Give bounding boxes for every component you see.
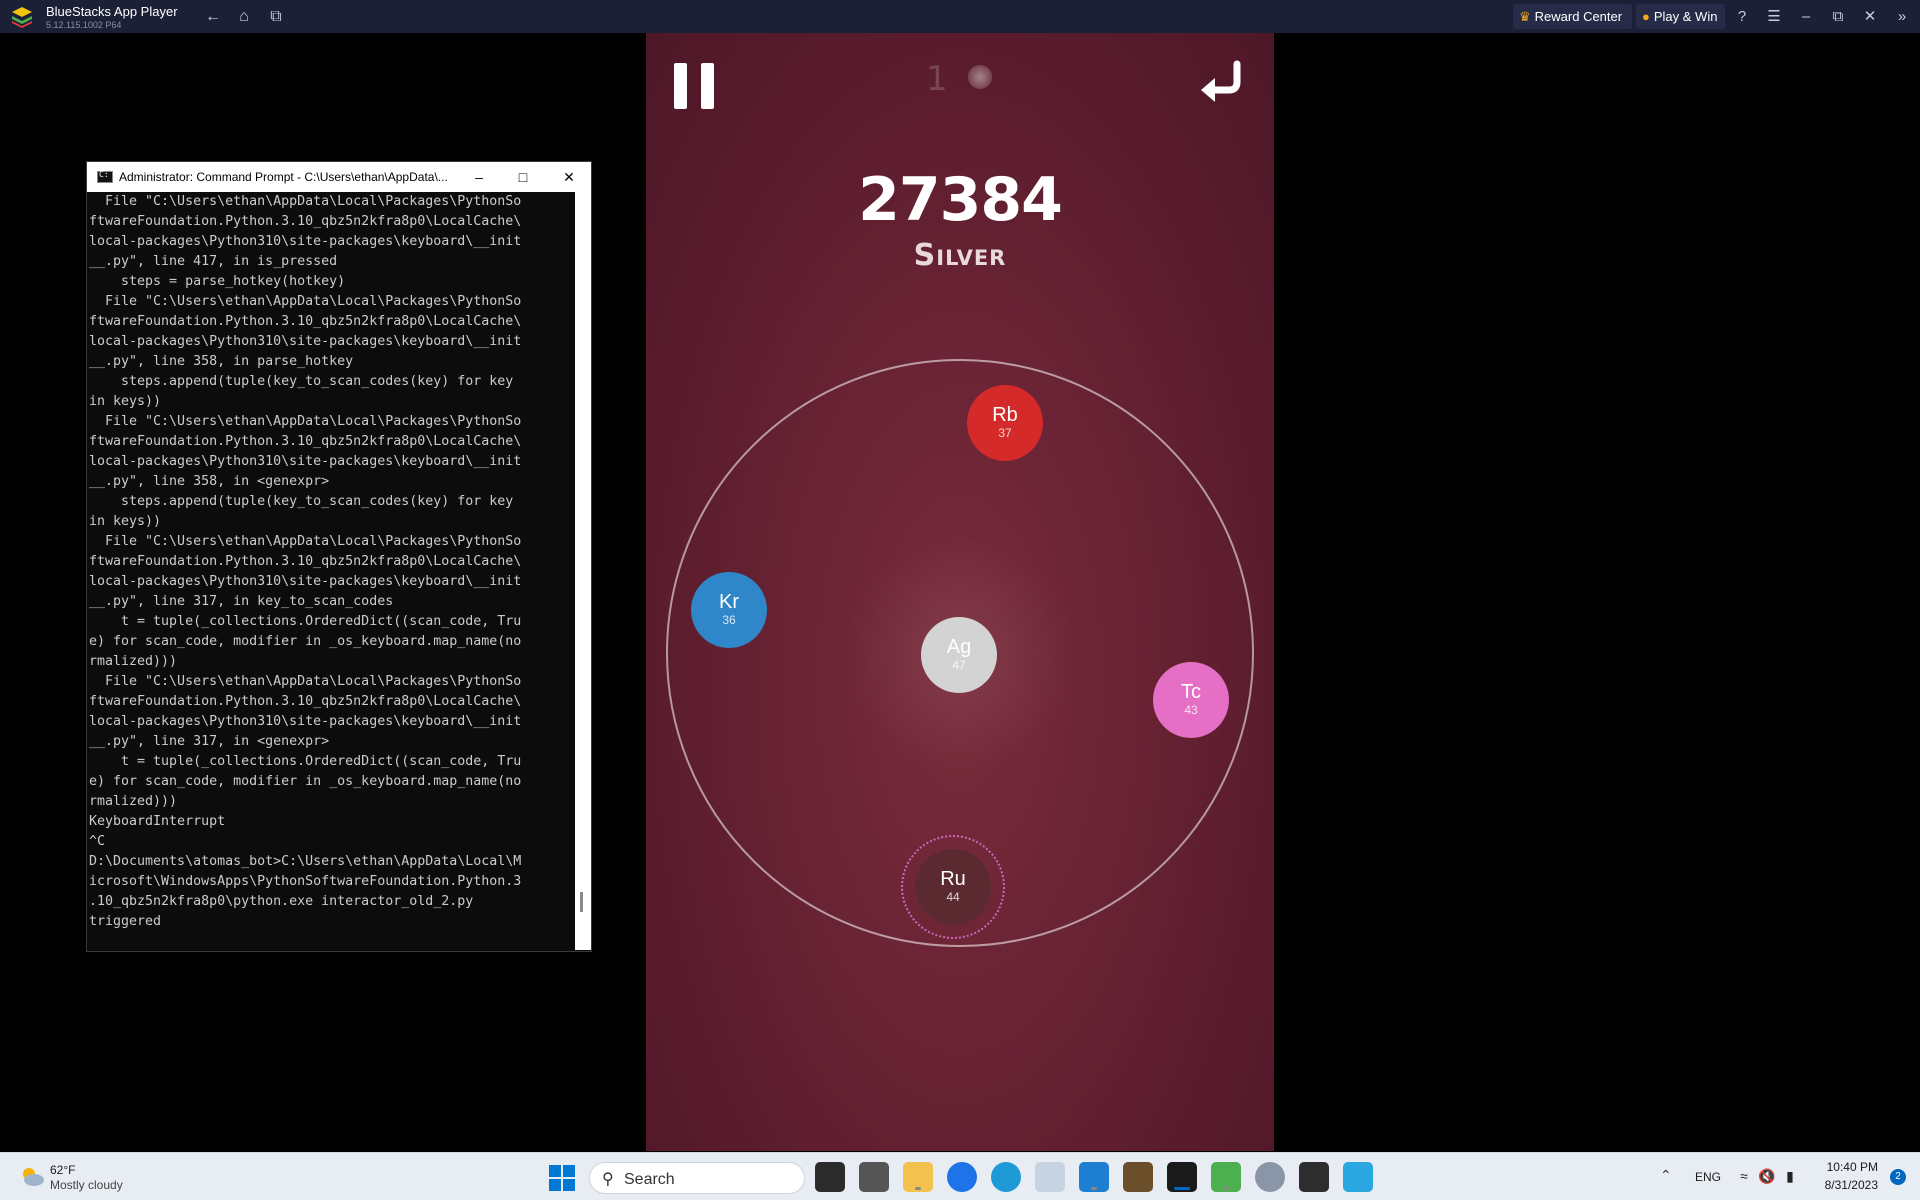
atom-symbol: Ag [946, 636, 972, 658]
rank-label: Silver [913, 238, 1007, 273]
bluestacks-logo-icon [12, 7, 32, 28]
atom-number: 37 [998, 426, 1012, 440]
windows-start-icon[interactable] [549, 1165, 575, 1191]
app-version: 5.12.115.1002 P64 [46, 20, 122, 30]
game-screen[interactable]: 1 27384 Silver Rb 37 Kr 36 Ag 47 Tc 43 R… [646, 33, 1274, 1151]
atom-rb[interactable]: Rb 37 [967, 385, 1043, 461]
clock-time[interactable]: 10:40 PM [1820, 1160, 1878, 1174]
weather-description[interactable]: Mostly cloudy [50, 1178, 123, 1192]
bluestacks-titlebar: BlueStacks App Player 5.12.115.1002 P64 … [0, 0, 1920, 33]
play-win-label: Play & Win [1653, 9, 1718, 24]
cloud-weather-icon[interactable] [18, 1163, 46, 1189]
restore-icon[interactable]: ⧉ [1826, 5, 1850, 29]
atom-symbol: Rb [992, 404, 1018, 426]
cmd-icon [97, 170, 113, 183]
minimize-icon[interactable]: – [1794, 5, 1818, 29]
bluestacks-taskbar-icon[interactable] [1211, 1162, 1241, 1192]
atom-number: 36 [722, 613, 736, 627]
cmd-title: Administrator: Command Prompt - C:\Users… [119, 170, 448, 184]
home-icon[interactable]: ⌂ [233, 6, 255, 28]
cmd-output[interactable]: File "C:\Users\ethan\AppData\Local\Packa… [87, 192, 575, 950]
tray-overflow-chevron-icon[interactable]: ⌃ [1660, 1167, 1672, 1184]
atom-number: 43 [1184, 703, 1198, 717]
app-title: BlueStacks App Player [46, 4, 178, 19]
weather-temperature[interactable]: 62°F [50, 1163, 75, 1177]
edge-browser-icon[interactable] [991, 1162, 1021, 1192]
cmd-scrollbar[interactable] [575, 192, 591, 950]
help-icon[interactable]: ? [1730, 5, 1754, 29]
menu-icon[interactable]: ☰ [1762, 5, 1786, 29]
vscode-icon[interactable] [1079, 1162, 1109, 1192]
cmd-minimize-icon[interactable]: – [457, 162, 501, 192]
coin-icon: ● [1642, 9, 1650, 24]
level-indicator-icon [968, 65, 992, 89]
center-atom-ag[interactable]: Ag 47 [921, 617, 997, 693]
minecraft-icon[interactable] [1123, 1162, 1153, 1192]
task-view-icon[interactable] [815, 1162, 845, 1192]
notepad-icon[interactable] [1035, 1162, 1065, 1192]
cmd-taskbar-icon[interactable] [1299, 1162, 1329, 1192]
file-explorer-icon[interactable] [903, 1162, 933, 1192]
multi-instance-icon[interactable]: ⧉ [265, 6, 287, 28]
sidebar-toggle-icon[interactable]: » [1890, 5, 1914, 29]
notification-badge[interactable]: 2 [1890, 1169, 1906, 1185]
atom-kr[interactable]: Kr 36 [691, 572, 767, 648]
cmd-titlebar[interactable]: Administrator: Command Prompt - C:\Users… [87, 162, 591, 192]
play-win-button[interactable]: ● Play & Win [1636, 4, 1726, 29]
zoom-app-icon[interactable] [947, 1162, 977, 1192]
remote-desktop-icon[interactable] [1343, 1162, 1373, 1192]
atom-number: 44 [946, 890, 960, 904]
volume-muted-icon[interactable]: 🔇 [1757, 1166, 1777, 1186]
atom-ru[interactable]: Ru 44 [915, 849, 991, 925]
pause-icon[interactable] [674, 63, 714, 109]
atom-tc[interactable]: Tc 43 [1153, 662, 1229, 738]
reward-center-button[interactable]: ♛ Reward Center [1513, 4, 1633, 29]
level-counter: 1 [926, 59, 948, 99]
back-icon[interactable]: ← [202, 6, 224, 28]
search-icon: ⚲ [602, 1171, 614, 1188]
clock-date[interactable]: 8/31/2023 [1810, 1178, 1878, 1192]
close-icon[interactable]: ✕ [1858, 5, 1882, 29]
terminal-icon[interactable] [1167, 1162, 1197, 1192]
search-label: Search [624, 1171, 675, 1188]
cmd-scrollbar-thumb[interactable] [580, 892, 583, 912]
crown-icon: ♛ [1519, 9, 1531, 24]
atom-symbol: Kr [719, 591, 739, 613]
snipping-tool-icon[interactable] [859, 1162, 889, 1192]
battery-icon[interactable]: ▮ [1780, 1166, 1800, 1186]
taskbar-search-box[interactable]: ⚲ Search [589, 1162, 805, 1194]
reward-center-label: Reward Center [1534, 9, 1623, 24]
command-prompt-window[interactable]: Administrator: Command Prompt - C:\Users… [86, 161, 592, 952]
score: 27384 [858, 165, 1063, 235]
language-indicator[interactable]: ENG [1695, 1170, 1721, 1184]
atom-symbol: Tc [1181, 681, 1201, 703]
wifi-icon[interactable]: ≈ [1734, 1166, 1754, 1186]
windows-taskbar: 62°F Mostly cloudy ⚲ Search ⌃ ENG ≈ 🔇 ▮ … [0, 1152, 1920, 1200]
settings-gear-icon[interactable] [1255, 1162, 1285, 1192]
atom-symbol: Ru [940, 868, 966, 890]
atom-number: 47 [952, 658, 966, 672]
cmd-close-icon[interactable]: ✕ [547, 162, 591, 192]
undo-icon[interactable] [1197, 58, 1247, 108]
cmd-maximize-icon[interactable]: □ [501, 162, 545, 192]
